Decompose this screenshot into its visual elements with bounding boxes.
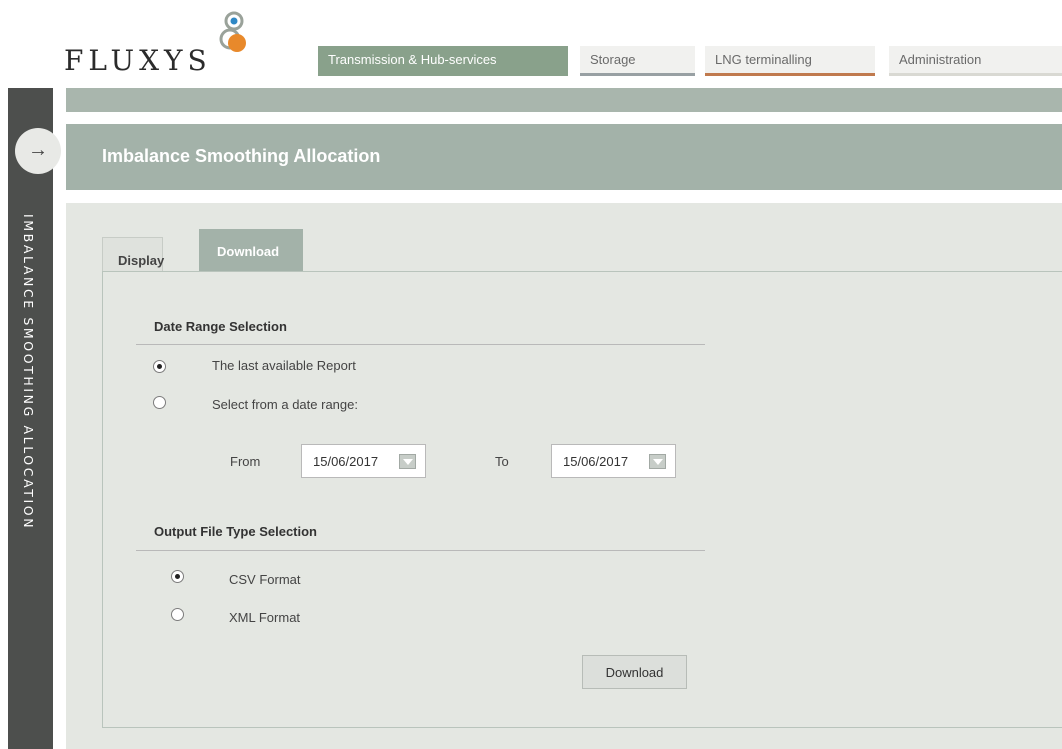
fluxys-logo[interactable]: FLUXYS [64,6,264,77]
radio-date-range[interactable] [153,396,166,409]
calendar-dropdown-icon[interactable] [399,454,416,469]
radio-last-report[interactable] [153,360,166,373]
sidebar-title: IMBALANCE SMOOTHING ALLOCATION [21,214,36,531]
to-date-value: 15/06/2017 [563,454,629,469]
radio-xml-format[interactable] [171,608,184,621]
date-range-title: Date Range Selection [154,319,287,334]
date-range-label: Select from a date range: [212,397,358,412]
content-area: Display Download Date Range Selection Th… [66,203,1062,749]
tab-display[interactable]: Display [102,237,164,272]
output-type-title: Output File Type Selection [154,524,317,539]
nav-transmission-hub-services[interactable]: Transmission & Hub-services [318,46,568,76]
nav-lng-terminalling[interactable]: LNG terminalling [705,46,875,76]
nav-storage[interactable]: Storage [580,46,695,76]
last-report-label: The last available Report [212,358,356,373]
logo-mark-icon [219,11,246,52]
from-label: From [230,454,261,469]
date-range-divider [136,344,705,345]
to-label: To [495,454,509,469]
nav-administration[interactable]: Administration [889,46,1062,76]
calendar-dropdown-icon[interactable] [649,454,666,469]
radio-csv-format[interactable] [171,570,184,583]
top-strip [66,88,1062,112]
tab-download[interactable]: Download [199,229,303,272]
page-title: Imbalance Smoothing Allocation [102,146,381,166]
to-date-field[interactable]: 15/06/2017 [551,444,676,478]
xml-format-label: XML Format [229,610,301,625]
download-button[interactable]: Download [582,655,687,689]
logo-text: FLUXYS [64,44,212,77]
arrow-right-icon[interactable]: → [15,128,61,174]
from-date-value: 15/06/2017 [313,454,379,469]
from-date-field[interactable]: 15/06/2017 [301,444,426,478]
output-type-divider [136,550,705,551]
title-bar: Imbalance Smoothing Allocation [66,124,1062,190]
csv-format-label: CSV Format [229,572,301,587]
